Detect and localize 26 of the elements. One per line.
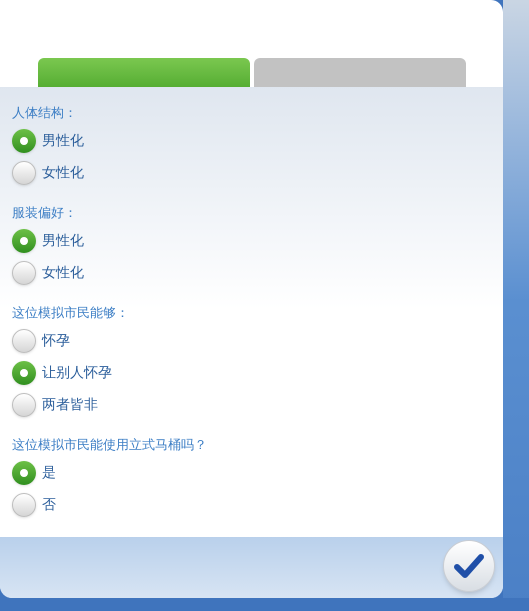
radio-button[interactable] <box>12 161 36 185</box>
question-label: 人体结构： <box>12 105 78 123</box>
radio-button[interactable] <box>12 129 36 153</box>
radio-button[interactable] <box>12 229 36 253</box>
question-label: 这位模拟市民能够： <box>12 305 130 323</box>
option-label: 让别人怀孕 <box>42 364 112 382</box>
option-label: 女性化 <box>42 264 84 282</box>
option-label: 女性化 <box>42 164 84 182</box>
question-label: 服装偏好： <box>12 205 78 223</box>
option-label: 怀孕 <box>42 332 70 350</box>
checkmark-icon <box>453 552 485 580</box>
option-label: 男性化 <box>42 132 84 150</box>
radio-button[interactable] <box>12 493 36 517</box>
tab[interactable] <box>38 58 250 87</box>
option-label: 否 <box>42 496 56 514</box>
option-label: 男性化 <box>42 232 84 250</box>
option-label: 两者皆非 <box>42 396 98 414</box>
radio-button[interactable] <box>12 393 36 417</box>
radio-button[interactable] <box>12 261 36 285</box>
radio-button[interactable] <box>12 461 36 485</box>
option-label: 是 <box>42 464 56 482</box>
radio-button[interactable] <box>12 361 36 385</box>
confirm-button[interactable] <box>443 540 495 592</box>
tab[interactable] <box>254 58 466 87</box>
radio-button[interactable] <box>12 329 36 353</box>
question-label: 这位模拟市民能使用立式马桶吗？ <box>12 437 208 455</box>
